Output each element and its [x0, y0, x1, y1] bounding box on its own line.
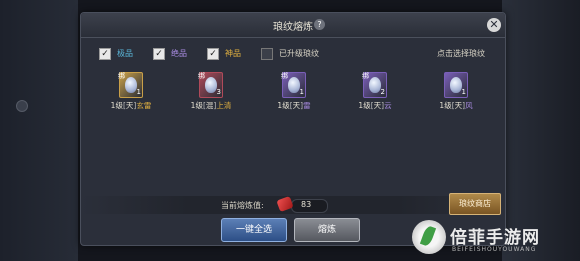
- stone-icon: [205, 77, 217, 93]
- bound-badge: 绑: [118, 72, 125, 80]
- smelt-value-bar: 当前熔炼值: 83: [81, 195, 505, 214]
- rune-item[interactable]: 绑 1 1级[天]雷: [264, 72, 324, 111]
- filter-upgraded-checkbox[interactable]: [261, 48, 273, 60]
- rune-label: 1级[天]风: [439, 101, 473, 110]
- leaf-icon: [419, 224, 437, 248]
- select-all-button[interactable]: 一键全选: [221, 218, 287, 242]
- side-indicator-icon: [16, 100, 28, 112]
- smelt-dialog: 琅纹熔炼 ? ✕ ✓ 极品 ✓ 绝品 ✓ 神品 已升级琅纹 点击选择琅纹 绑 1…: [80, 12, 506, 246]
- stone-icon: [288, 77, 300, 93]
- item-count: 2: [380, 88, 385, 96]
- rune-stone-icon: 绑 2: [362, 72, 387, 98]
- filter-shenpin-label: 神品: [225, 49, 241, 58]
- select-hint: 点击选择琅纹: [437, 49, 485, 58]
- rune-name: 云: [384, 101, 392, 110]
- stone-icon: [369, 77, 381, 93]
- rune-stone-icon: 绑 1: [118, 72, 143, 98]
- rune-level: 1级: [190, 101, 203, 110]
- smelt-value-label: 当前熔炼值:: [221, 201, 264, 210]
- smelt-button[interactable]: 熔炼: [294, 218, 360, 242]
- rune-name: 上清: [216, 101, 232, 110]
- watermark-logo: 倍菲手游网 BEIFEISHOUYOUWANG: [412, 219, 572, 259]
- rune-label: 1级[天]云: [358, 101, 392, 110]
- rune-name: 雷: [303, 101, 311, 110]
- rune-stone-icon: 绑 3: [198, 72, 223, 98]
- stone-icon: [450, 77, 462, 93]
- bound-badge: 绑: [281, 72, 288, 80]
- rune-name: 风: [465, 101, 473, 110]
- rune-item[interactable]: 绑 2 1级[天]云: [345, 72, 405, 111]
- rune-level: 1级: [110, 101, 123, 110]
- rune-label: 1级[混]上清: [190, 101, 232, 110]
- close-icon[interactable]: ✕: [487, 18, 501, 32]
- logo-circle-icon: [412, 220, 446, 254]
- rune-stone-icon: 绑 1: [281, 72, 306, 98]
- rune-label: 1级[天]玄雷: [110, 101, 152, 110]
- smelt-value: 83: [301, 200, 312, 209]
- rune-item[interactable]: 绑 3 1级[混]上清: [181, 72, 241, 111]
- watermark-brand: 倍菲手游网: [450, 228, 540, 248]
- rune-label: 1级[天]雷: [277, 101, 311, 110]
- stone-icon: [125, 77, 137, 93]
- quality-filter-bar: ✓ 极品 ✓ 绝品 ✓ 神品 已升级琅纹 点击选择琅纹: [95, 45, 491, 63]
- rune-stone-icon: 1: [444, 72, 468, 98]
- filter-jipin-label: 极品: [117, 49, 133, 58]
- dialog-title: 琅纹熔炼: [273, 22, 313, 33]
- item-count: 1: [299, 88, 304, 96]
- rune-level: 1级: [277, 101, 290, 110]
- rune-item[interactable]: 1 1级[天]风: [426, 72, 486, 111]
- bound-badge: 绑: [362, 72, 369, 80]
- filter-juepin-label: 绝品: [171, 49, 187, 58]
- filter-shenpin-checkbox[interactable]: ✓: [207, 48, 219, 60]
- item-count: 1: [136, 88, 141, 96]
- rune-name: 玄雷: [136, 101, 152, 110]
- filter-upgraded-label: 已升级琅纹: [279, 49, 319, 58]
- rune-level: 1级: [439, 101, 452, 110]
- help-icon[interactable]: ?: [314, 19, 325, 30]
- rune-item[interactable]: 绑 1 1级[天]玄雷: [101, 72, 161, 111]
- item-count: 1: [461, 88, 466, 96]
- watermark-sub: BEIFEISHOUYOUWANG: [452, 246, 537, 253]
- background-left: [0, 0, 78, 261]
- filter-juepin-checkbox[interactable]: ✓: [153, 48, 165, 60]
- rune-shop-button[interactable]: 琅纹商店: [449, 193, 501, 215]
- bound-badge: 绑: [198, 72, 205, 80]
- dialog-header: 琅纹熔炼 ? ✕: [81, 13, 505, 38]
- rune-level: 1级: [358, 101, 371, 110]
- item-count: 3: [216, 88, 221, 96]
- filter-jipin-checkbox[interactable]: ✓: [99, 48, 111, 60]
